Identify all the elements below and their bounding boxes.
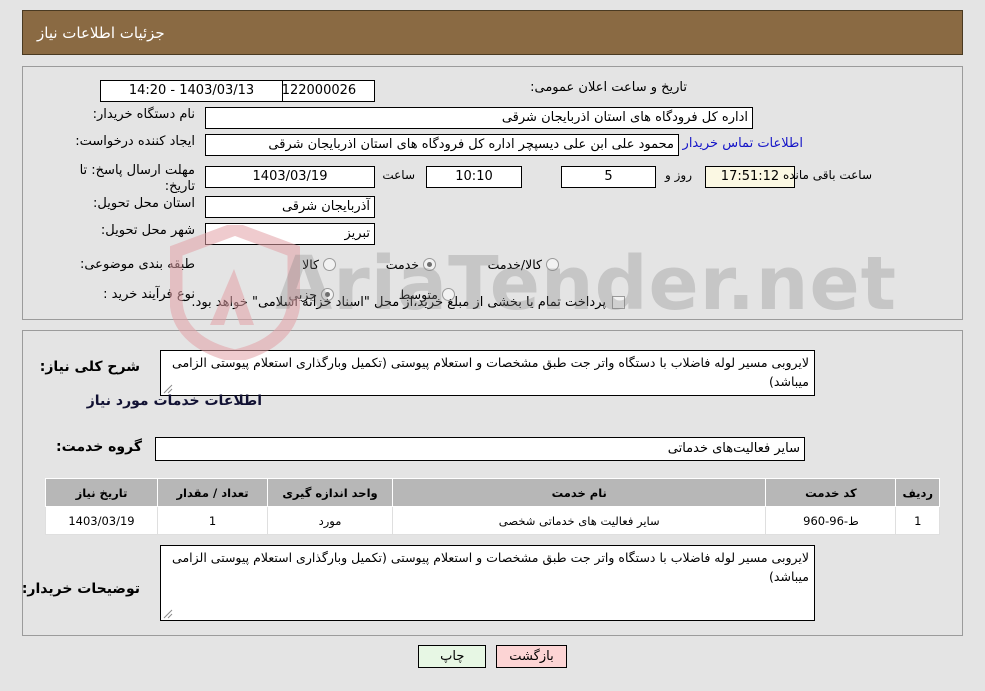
buyer-org-value: اداره کل فرودگاه های استان اذربایجان شرق…	[205, 107, 753, 129]
delivery-city-label: شهر محل تحویل:	[100, 223, 195, 238]
buyer-contact-link[interactable]: اطلاعات تماس خریدار	[683, 136, 803, 151]
buyer-notes-value: لایروبی مسیر لوله فاضلاب با دستگاه واتر …	[172, 550, 809, 585]
purchase-type-label: نوع فرآیند خرید :	[103, 287, 195, 302]
request-creator-row: ایجاد کننده درخواست:	[75, 134, 195, 150]
services-section-heading: اطلاعات خدمات مورد نیاز	[86, 393, 262, 409]
category-option-kala-label: کالا	[302, 257, 319, 272]
delivery-city-row: شهر محل تحویل:	[101, 223, 195, 239]
announce-datetime-row: تاریخ و ساعت اعلان عمومی:	[530, 80, 687, 96]
category-label-row: طبقه بندی موضوعی:	[80, 257, 195, 273]
need-description-label: شرح کلی نیاز:	[39, 359, 140, 375]
delivery-province-row: استان محل تحویل:	[93, 196, 195, 212]
cell-quantity: 1	[157, 506, 268, 535]
print-button[interactable]: چاپ	[418, 645, 487, 668]
need-description-value: لایروبی مسیر لوله فاضلاب با دستگاه واتر …	[172, 355, 809, 390]
cell-service-code: ط-96-960	[765, 506, 897, 535]
delivery-city-value: تبریز	[205, 223, 375, 245]
th-row-no: ردیف	[895, 478, 940, 507]
treasury-checkbox-icon[interactable]	[612, 296, 625, 309]
footer-button-bar: بازگشت چاپ	[0, 645, 985, 668]
deadline-hour-value: 10:10	[426, 166, 522, 188]
deadline-label: مهلت ارسال پاسخ: تا تاریخ:	[79, 163, 195, 194]
category-label: طبقه بندی موضوعی:	[79, 257, 195, 272]
cell-unit: مورد	[267, 506, 393, 535]
page-root: جزئیات اطلاعات نیاز شماره نیاز: 11030011…	[0, 0, 985, 691]
category-option-khedmat[interactable]: خدمت	[386, 257, 436, 272]
th-service-code: کد خدمت	[765, 478, 897, 507]
service-group-value: سایر فعالیت‌های خدماتی	[155, 437, 805, 461]
treasury-checkbox-label: پرداخت تمام یا بخشی از مبلغ خرید،از محل …	[191, 295, 606, 310]
request-creator-value: محمود علی ابن علی دیسپچر اداره کل فرودگا…	[205, 134, 679, 156]
buyer-notes-label: توضیحات خریدار:	[21, 581, 140, 597]
cell-row-no: 1	[895, 506, 940, 535]
category-option-kala-khedmat[interactable]: کالا/خدمت	[488, 257, 559, 272]
radio-khedmat-icon[interactable]	[423, 258, 436, 271]
buyer-org-row: نام دستگاه خریدار:	[93, 107, 195, 123]
page-header: جزئیات اطلاعات نیاز	[22, 10, 963, 55]
remaining-days-value: 5	[561, 166, 656, 188]
cell-need-date: 1403/03/19	[45, 506, 158, 535]
services-table: ردیف کد خدمت نام خدمت واحد اندازه گیری ت…	[45, 478, 940, 535]
cell-service-name: سایر فعالیت های خدماتی شخصی	[391, 506, 767, 535]
buyer-notes-textarea[interactable]: لایروبی مسیر لوله فاضلاب با دستگاه واتر …	[160, 545, 815, 621]
buyer-org-label: نام دستگاه خریدار:	[92, 107, 195, 122]
deadline-date-value: 1403/03/19	[205, 166, 375, 188]
th-unit: واحد اندازه گیری	[267, 478, 393, 507]
category-option-khedmat-label: خدمت	[385, 257, 419, 272]
request-creator-label: ایجاد کننده درخواست:	[75, 134, 195, 149]
th-quantity: تعداد / مقدار	[157, 478, 268, 507]
treasury-checkbox-row[interactable]: پرداخت تمام یا بخشی از مبلغ خرید،از محل …	[191, 295, 625, 310]
category-option-kala-khedmat-label: کالا/خدمت	[487, 257, 542, 272]
need-description-textarea[interactable]: لایروبی مسیر لوله فاضلاب با دستگاه واتر …	[160, 350, 815, 396]
table-row: 1 ط-96-960 سایر فعالیت های خدماتی شخصی م…	[45, 506, 940, 535]
service-group-label: گروه خدمت:	[56, 439, 142, 455]
page-title: جزئیات اطلاعات نیاز	[37, 23, 165, 42]
resize-handle-icon[interactable]	[163, 609, 173, 619]
radio-kala-icon[interactable]	[323, 258, 336, 271]
purchase-type-label-row: نوع فرآیند خرید :	[103, 287, 195, 303]
deadline-hour-label: ساعت	[382, 168, 415, 182]
radio-kala-khedmat-icon[interactable]	[546, 258, 559, 271]
delivery-province-value: آذربایجان شرقی	[205, 196, 375, 218]
services-table-wrap: ردیف کد خدمت نام خدمت واحد اندازه گیری ت…	[45, 478, 940, 535]
th-service-name: نام خدمت	[391, 478, 767, 507]
table-header-row: ردیف کد خدمت نام خدمت واحد اندازه گیری ت…	[45, 478, 940, 507]
category-option-kala[interactable]: کالا	[302, 257, 336, 272]
remaining-days-label: روز و	[665, 168, 692, 182]
th-need-date: تاریخ نیاز	[45, 478, 158, 507]
remaining-hours-label: ساعت باقی مانده	[782, 168, 872, 182]
back-button[interactable]: بازگشت	[496, 645, 567, 668]
announce-datetime-value: 1403/03/13 - 14:20	[100, 80, 283, 102]
announce-datetime-label: تاریخ و ساعت اعلان عمومی:	[530, 80, 687, 95]
delivery-province-label: استان محل تحویل:	[93, 196, 195, 211]
